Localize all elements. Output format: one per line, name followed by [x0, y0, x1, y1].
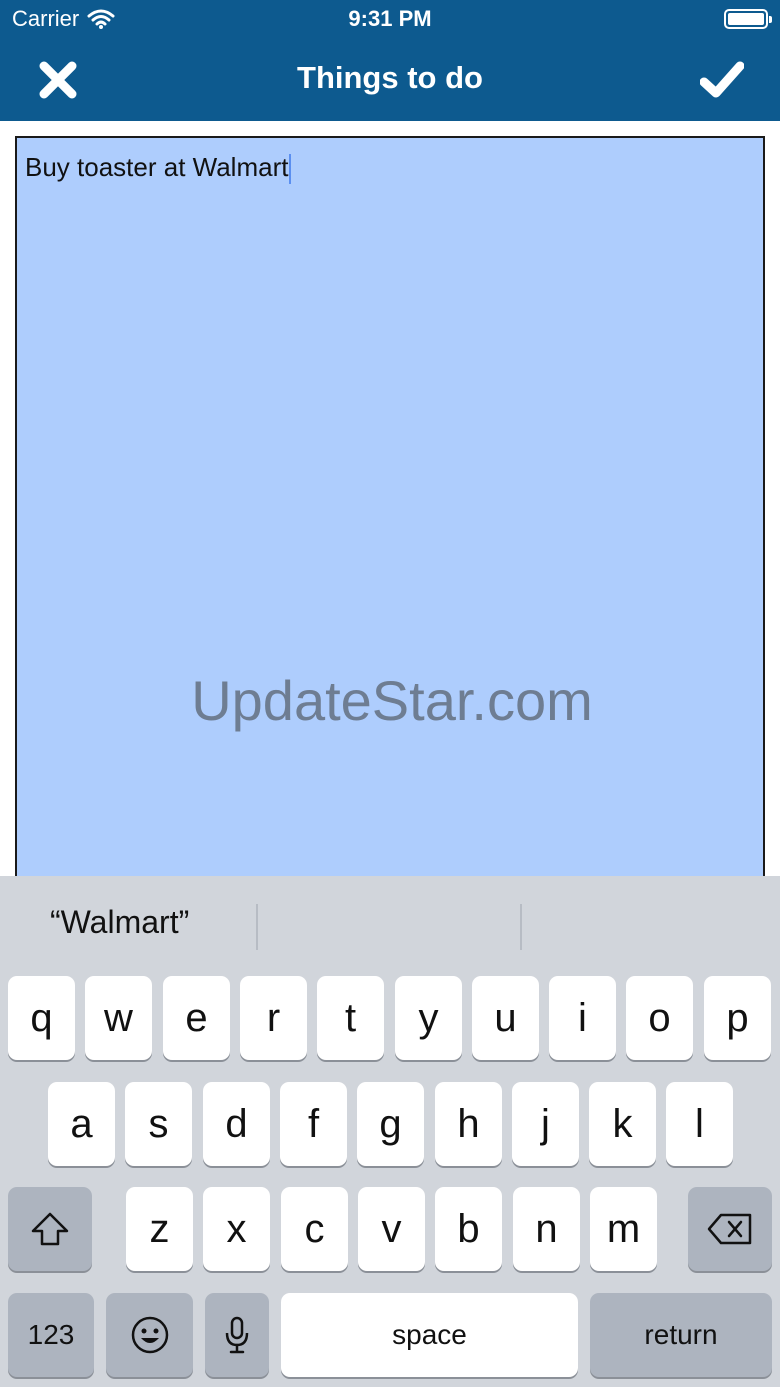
key-j[interactable]: j: [512, 1082, 579, 1166]
key-i[interactable]: i: [549, 976, 616, 1060]
return-key[interactable]: return: [590, 1293, 772, 1377]
clock: 9:31 PM: [348, 6, 432, 31]
key-p[interactable]: p: [704, 976, 771, 1060]
suggestion-item[interactable]: “Walmart”: [50, 904, 189, 941]
confirm-button[interactable]: [698, 58, 746, 102]
key-s[interactable]: s: [125, 1082, 192, 1166]
key-m[interactable]: m: [590, 1187, 657, 1271]
shift-key[interactable]: [8, 1187, 92, 1271]
backspace-icon: [707, 1213, 752, 1245]
top-bar: Carrier 9:31 PM Things to do: [0, 0, 780, 121]
key-l[interactable]: l: [666, 1082, 733, 1166]
status-bar: Carrier 9:31 PM: [0, 0, 780, 40]
emoji-key[interactable]: [106, 1293, 193, 1377]
key-e[interactable]: e: [163, 976, 230, 1060]
text-cursor: [289, 154, 292, 185]
emoji-icon: [131, 1316, 168, 1354]
key-q[interactable]: q: [8, 976, 75, 1060]
key-r[interactable]: r: [240, 976, 307, 1060]
key-y[interactable]: y: [395, 976, 462, 1060]
key-h[interactable]: h: [435, 1082, 502, 1166]
key-u[interactable]: u: [472, 976, 539, 1060]
suggestion-bar: “Walmart”: [0, 876, 780, 976]
keyboard: “Walmart” qwertyuiop asdfghjkl zxcvbnm 1…: [0, 876, 780, 1387]
note-text-area[interactable]: Buy toaster at Walmart UpdateStar.com: [15, 136, 765, 896]
delete-key[interactable]: [688, 1187, 772, 1271]
key-k[interactable]: k: [589, 1082, 656, 1166]
key-w[interactable]: w: [85, 976, 152, 1060]
numbers-key[interactable]: 123: [8, 1293, 94, 1377]
key-g[interactable]: g: [357, 1082, 424, 1166]
key-n[interactable]: n: [513, 1187, 580, 1271]
key-t[interactable]: t: [317, 976, 384, 1060]
key-f[interactable]: f: [280, 1082, 347, 1166]
microphone-icon: [225, 1316, 249, 1354]
watermark: UpdateStar.com: [191, 669, 593, 732]
battery-icon: [724, 9, 772, 29]
key-x[interactable]: x: [203, 1187, 270, 1271]
space-key[interactable]: space: [281, 1293, 578, 1377]
suggestion-divider: [520, 904, 522, 950]
note-text: Buy toaster at Walmart: [25, 152, 292, 185]
shift-icon: [31, 1212, 69, 1246]
key-a[interactable]: a: [48, 1082, 115, 1166]
navigation-bar: Things to do: [0, 40, 780, 121]
dictation-key[interactable]: [205, 1293, 269, 1377]
key-b[interactable]: b: [435, 1187, 502, 1271]
key-c[interactable]: c: [281, 1187, 348, 1271]
note-text-value: Buy toaster at Walmart: [25, 152, 289, 182]
suggestion-divider: [256, 904, 258, 950]
key-v[interactable]: v: [358, 1187, 425, 1271]
key-o[interactable]: o: [626, 976, 693, 1060]
key-d[interactable]: d: [203, 1082, 270, 1166]
checkmark-icon: [700, 61, 744, 98]
page-title: Things to do: [297, 60, 483, 95]
key-z[interactable]: z: [126, 1187, 193, 1271]
